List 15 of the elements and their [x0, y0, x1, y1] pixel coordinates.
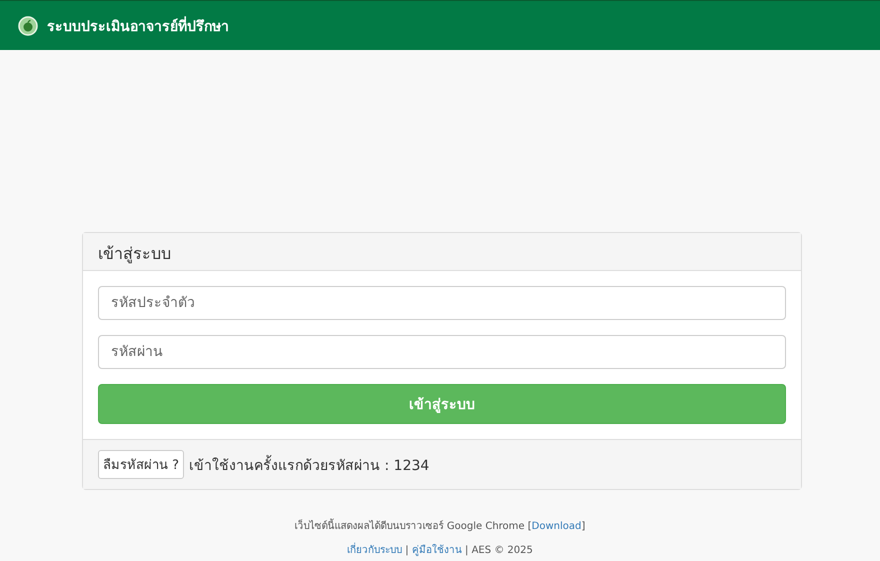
hint-text: เข้าใช้งานครั้งแรกด้วยรหัสผ่าน : 1234 [189, 454, 430, 476]
footer-text: | [404, 545, 410, 556]
panel-title: เข้าสู่ระบบ [98, 244, 171, 263]
footer-text: | AES © 2025 [464, 545, 533, 556]
footer-text: เว็บไซต์นี้แสดงผลได้ดีบนบราวเซอร์ Google Chrome [ [294, 521, 532, 532]
logo-icon [18, 16, 38, 36]
footer-text: ] [581, 521, 586, 532]
login-button[interactable]: เข้าสู่ระบบ [98, 384, 786, 424]
footer-link[interactable]: Download [532, 521, 582, 532]
footer-link[interactable]: คู่มือใช้งาน [412, 545, 462, 556]
input-field[interactable]: รหัสประจำตัว [98, 286, 786, 320]
footer-link[interactable]: เกี่ยวกับระบบ [347, 545, 402, 556]
forgot-password-button[interactable]: ลืมรหัสผ่าน ? [98, 450, 184, 479]
app-title: ระบบประเมินอาจารย์ที่ปรึกษา [47, 14, 229, 36]
input-field[interactable]: รหัสผ่าน [98, 335, 786, 369]
